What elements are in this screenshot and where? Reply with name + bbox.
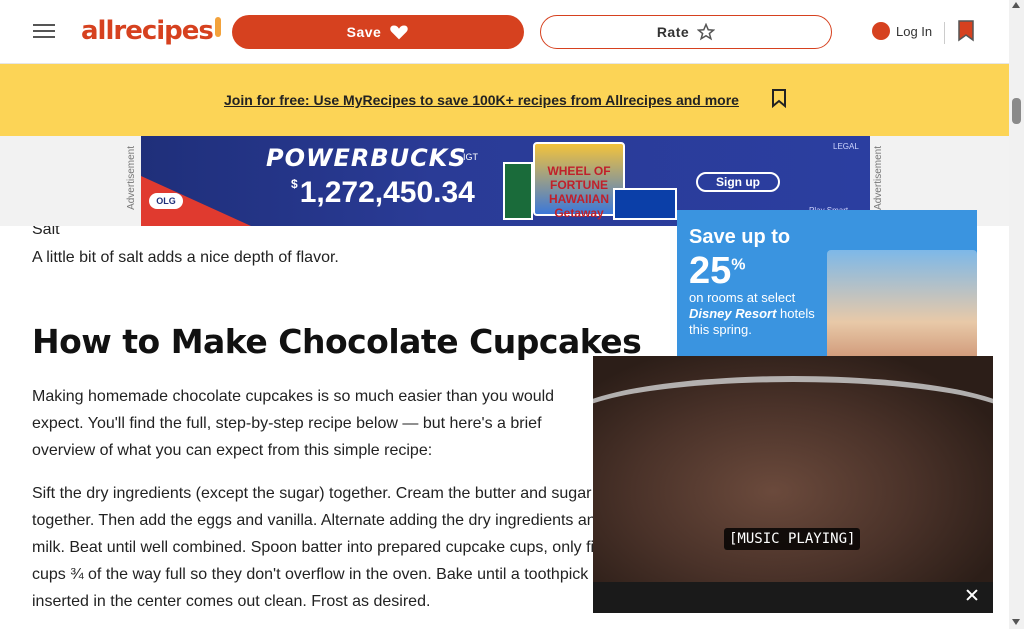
ad-description: on rooms at select Disney Resort hotels …	[689, 290, 815, 337]
save-label: Save	[346, 24, 382, 40]
rate-label: Rate	[656, 24, 690, 40]
bookmark-icon[interactable]	[957, 20, 975, 42]
ingredient-name: Salt	[32, 226, 60, 234]
close-icon[interactable]	[962, 584, 982, 606]
user-icon	[872, 22, 890, 40]
olg-logo: OLG	[149, 193, 183, 209]
promo-bar: Join for free: Use MyRecipes to save 100…	[0, 64, 1009, 136]
ad-disclaimer: LEGAL	[833, 142, 859, 151]
ingredient-note: A little bit of salt adds a nice depth o…	[32, 249, 339, 266]
ticket-image	[503, 162, 533, 220]
promo-join-link[interactable]: Join for free: Use MyRecipes to save 100…	[224, 92, 739, 108]
ad-headline: Save up to	[689, 226, 791, 248]
scroll-up-icon[interactable]	[1012, 2, 1020, 8]
scrollbar[interactable]	[1009, 0, 1024, 629]
site-header: allrecipes Save Rate Log In	[0, 0, 1009, 64]
heart-icon	[390, 25, 409, 40]
scroll-thumb[interactable]	[1012, 98, 1021, 124]
save-button[interactable]: Save	[232, 15, 524, 49]
steps-paragraph: Sift the dry ingredients (except the sug…	[32, 485, 628, 610]
header-divider	[944, 22, 945, 44]
video-caption: [MUSIC PLAYING]	[724, 528, 861, 550]
ad-photo	[827, 250, 977, 370]
wof-ticket: WHEEL OF FORTUNE HAWAIIAN Getaway	[533, 142, 625, 220]
star-icon	[697, 23, 716, 41]
scroll-down-icon[interactable]	[1012, 619, 1020, 625]
section-heading: How to Make Chocolate Cupcakes	[32, 322, 642, 361]
menu-icon[interactable]	[31, 20, 57, 44]
login-label: Log In	[896, 23, 933, 39]
ad-label-right: Advertisement	[873, 146, 884, 210]
ad-jackpot: $1,272,450.34	[291, 176, 475, 209]
ad-brand: IGT	[463, 152, 478, 162]
ad-label-left: Advertisement	[126, 146, 137, 210]
intro-paragraph: Making homemade chocolate cupcakes is so…	[32, 388, 555, 459]
ticket-image	[613, 188, 677, 220]
ad-signup-button[interactable]: Sign up	[696, 172, 780, 192]
sieve-image	[593, 376, 993, 466]
login-link[interactable]: Log In	[872, 22, 932, 40]
bookmark-outline-icon[interactable]	[771, 88, 787, 108]
video-frame[interactable]: [MUSIC PLAYING]	[593, 356, 993, 582]
ad-title: POWERBUCKS	[266, 144, 467, 172]
ad-discount: 25%	[689, 250, 746, 292]
rate-button[interactable]: Rate	[540, 15, 832, 49]
allrecipes-logo[interactable]: allrecipes	[81, 16, 221, 46]
video-player[interactable]: [MUSIC PLAYING]	[593, 356, 993, 613]
